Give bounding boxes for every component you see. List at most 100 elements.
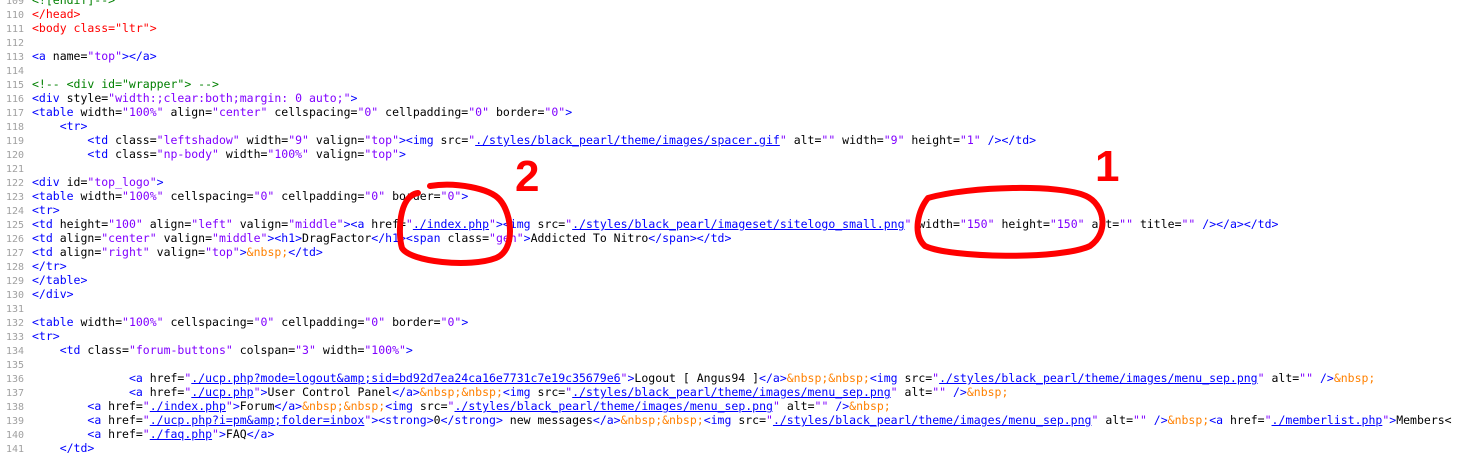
code-token-attr: width=: [218, 147, 268, 161]
code-line: 126 <td align="center" valign="middle"><h…: [0, 231, 1470, 245]
code-line: 138 <a href="./index.php">Forum</a>&nbsp…: [0, 399, 1470, 413]
code-token-attr: href=: [101, 413, 143, 427]
code-token-val: ": [1264, 413, 1272, 427]
code-token-ent: &nbsp;&nbsp;: [786, 371, 870, 385]
code-line: 127 <td align="right" valign="top">&nbsp;…: [0, 245, 1470, 259]
code-token-txt: Logout [ Angus94 ]: [634, 371, 760, 385]
code-token-attr: src=: [530, 217, 566, 231]
code-token-val: "0": [440, 315, 462, 329]
code-token-val: "gen": [489, 231, 524, 245]
code-line: 131: [0, 301, 1470, 315]
code-line: 140 <a href="./faq.php">FAQ</a>: [0, 427, 1470, 441]
code-line: 119 <td class="leftshadow" width="9" val…: [0, 133, 1470, 147]
code-token-val: ": [779, 133, 787, 147]
code-token-attr: id=: [59, 175, 88, 189]
code-token-tag: />: [828, 399, 850, 413]
code-token-attr: border=: [385, 315, 441, 329]
code-token-val: "leftshadow": [156, 133, 240, 147]
code-token-val: "0": [544, 105, 566, 119]
code-token-ent: &nbsp;&nbsp;: [419, 385, 503, 399]
code-token-url: ./ucp.php: [191, 385, 254, 399]
code-token-txt: new messages: [502, 413, 593, 427]
code-token-tag: <td: [87, 147, 109, 161]
code-token-url: ./styles/black_pearl/theme/images/menu_s…: [572, 385, 891, 399]
code-line: 129 </table>: [0, 273, 1470, 287]
code-token-tag: <img: [502, 385, 531, 399]
code-token-val: ": [890, 385, 898, 399]
code-token-attr: src=: [897, 371, 933, 385]
code-token-attr: height=: [994, 217, 1050, 231]
code-token-val: ": [1257, 371, 1265, 385]
code-token-val: "": [1299, 371, 1314, 385]
code-token-attr: width=: [911, 217, 960, 231]
code-token-tag: <td: [87, 133, 109, 147]
code-token-attr: src=: [412, 399, 448, 413]
code-token-tag: >: [218, 427, 226, 441]
code-token-cmt: <![endif]-->: [32, 0, 116, 7]
code-token-tag: </tr>: [32, 259, 67, 273]
code-token-attr: href=: [1223, 413, 1265, 427]
code-token-val: "0": [253, 315, 275, 329]
code-token-tag: <a: [32, 49, 46, 63]
code-token-tag: >: [461, 315, 469, 329]
code-token-val: "0": [440, 189, 462, 203]
code-token-tag: <a: [128, 385, 143, 399]
code-token-attr: width=: [73, 105, 123, 119]
code-line: 137 <a href="./ucp.php">User Control Pan…: [0, 385, 1470, 399]
code-line: 115 <!-- <div id="wrapper"> -->: [0, 77, 1470, 91]
code-token-url: ./styles/black_pearl/theme/images/menu_s…: [772, 413, 1092, 427]
code-token-tagr: <body class="ltr">: [32, 21, 157, 35]
code-token-attr: valign=: [308, 133, 365, 147]
code-token-ent: &nbsp;: [966, 385, 1009, 399]
code-line: 125 <td height="100" align="left" valign=…: [0, 217, 1470, 231]
code-line: 135: [0, 357, 1470, 371]
code-token-attr: align=: [142, 217, 192, 231]
code-token-cmt: <!-- <div id="wrapper"> -->: [32, 77, 219, 91]
code-token-tag: </strong>: [440, 413, 503, 427]
code-token-tag: <td: [32, 217, 53, 231]
code-token-attr: width=: [73, 315, 123, 329]
code-token-tag: </a>: [759, 371, 787, 385]
line-number: 141: [5, 444, 24, 455]
code-token-txt: Forum: [239, 399, 275, 413]
code-token-val: ": [405, 217, 413, 231]
code-token-val: "width:;clear:both;margin: 0 auto;": [108, 91, 351, 105]
code-token-attr: alt=: [779, 399, 815, 413]
code-token-val: "": [1133, 413, 1147, 427]
code-token-val: "": [1119, 217, 1134, 231]
code-token-tag: <tr>: [59, 119, 88, 133]
code-token-tag: >: [523, 231, 531, 245]
code-line: 121: [0, 161, 1470, 175]
code-token-attr: valign=: [308, 147, 365, 161]
code-token-tag: <table: [32, 105, 74, 119]
code-token-tag: </td>: [59, 441, 95, 455]
code-token-tag: </div>: [32, 287, 74, 301]
code-token-tag: <tr>: [32, 203, 60, 217]
code-token-txt: DragFactor: [302, 231, 372, 245]
code-token-attr: href=: [142, 371, 185, 385]
code-token-ent: &nbsp;: [1167, 413, 1210, 427]
code-token-val: ": [772, 399, 780, 413]
code-token-tag: <td: [32, 231, 53, 245]
code-token-val: ": [766, 413, 773, 427]
code-line: 113 <a name="top"></a>: [0, 49, 1470, 63]
code-token-attr: alt=: [1098, 413, 1134, 427]
code-token-val: "0": [364, 189, 386, 203]
code-token-val: "top": [205, 245, 240, 259]
code-token-attr: width=: [835, 133, 884, 147]
code-token-url: ./styles/black_pearl/theme/images/menu_s…: [939, 371, 1258, 385]
code-token-tag: ></a>: [122, 49, 157, 63]
code-line: 116 <div style="width:;clear:both;margin:…: [0, 91, 1470, 105]
code-token-url: ./index.php: [149, 399, 226, 413]
code-token-tag: </td>: [288, 245, 323, 259]
code-token-val: "1": [959, 133, 981, 147]
code-token-tag: />: [1146, 413, 1168, 427]
code-token-tag: <div: [32, 175, 60, 189]
code-token-val: "center": [101, 231, 157, 245]
code-token-attr: cellspacing=: [163, 189, 254, 203]
code-token-attr: border=: [385, 189, 441, 203]
